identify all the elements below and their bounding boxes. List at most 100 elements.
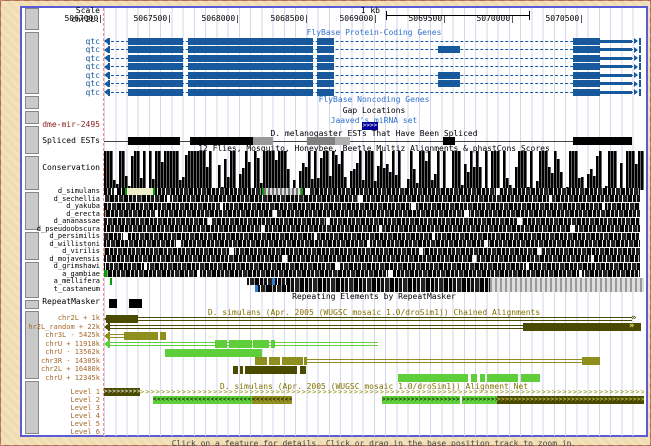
gene-exon[interactable]: [128, 55, 183, 62]
gene-exon[interactable]: [317, 46, 334, 53]
chain-item[interactable]: [480, 374, 485, 382]
chain-item[interactable]: [582, 357, 600, 365]
gene-exon[interactable]: [317, 80, 334, 87]
species-alignment-row-d_willistoni[interactable]: [104, 240, 640, 247]
gene-exon[interactable]: [188, 55, 313, 62]
gene-exon[interactable]: [317, 72, 334, 79]
gene-exon[interactable]: [128, 80, 183, 87]
gene-utr[interactable]: [600, 91, 632, 94]
gene-exon[interactable]: [128, 89, 183, 96]
track-control-button-4[interactable]: [25, 126, 39, 154]
net-item[interactable]: >>>>>>>>>>>>>>>>>>>>>>>>>>>>>>>>>>>>>: [497, 396, 644, 404]
species-alignment-row-light[interactable]: [490, 278, 644, 285]
species-alignment-row-d_persimilis[interactable]: [104, 233, 640, 240]
gene-exon[interactable]: [573, 80, 600, 87]
species-alignment-row-t_castaneum[interactable]: [258, 285, 490, 292]
species-alignment-row-d_virilis[interactable]: [104, 248, 640, 255]
species-alignment-row-d_sechellia[interactable]: [104, 195, 640, 202]
gene-utr[interactable]: [600, 40, 632, 43]
species-highlight-striped[interactable]: [262, 188, 303, 195]
repeat-item[interactable]: [109, 299, 117, 308]
chain-item[interactable]: [269, 357, 280, 365]
gene-exon[interactable]: [128, 63, 183, 70]
gene-exon[interactable]: [317, 89, 334, 96]
gene-exon[interactable]: [438, 72, 460, 79]
repeat-item[interactable]: [129, 299, 142, 308]
chain-item[interactable]: [253, 340, 269, 348]
species-alignment-row-d_erecta[interactable]: [104, 210, 640, 217]
chain-item[interactable]: [282, 357, 303, 365]
gene-exon[interactable]: [573, 55, 600, 62]
gene-exon[interactable]: [188, 72, 313, 79]
gene-exon[interactable]: [438, 80, 460, 87]
gene-utr[interactable]: [600, 48, 632, 51]
net-item[interactable]: >>>>>>>>>: [462, 396, 497, 404]
chain-item[interactable]: [124, 332, 158, 340]
net-item[interactable]: >>>>>>>>>: [104, 388, 140, 396]
species-alignment-row-d_simulans[interactable]: [104, 188, 640, 195]
track-control-button-0[interactable]: [25, 8, 39, 30]
conservation-histogram[interactable]: [104, 151, 644, 190]
est-item[interactable]: [335, 137, 350, 145]
gene-exon[interactable]: [188, 46, 313, 53]
chain-item[interactable]: [165, 349, 262, 357]
gene-exon[interactable]: [128, 38, 183, 45]
est-item[interactable]: [573, 137, 632, 145]
gene-exon[interactable]: [317, 38, 334, 45]
gene-exon[interactable]: [128, 46, 183, 53]
gene-exon[interactable]: [188, 38, 313, 45]
species-alignment-row-d_ananassae[interactable]: [104, 218, 640, 225]
species-alignment-row-light[interactable]: [490, 285, 644, 292]
species-highlight-cream[interactable]: [125, 188, 155, 195]
gene-exon[interactable]: [188, 63, 313, 70]
net-item[interactable]: <<<<<<<<<<<<<<<<<<<<<<<<<: [153, 396, 252, 404]
gene-utr[interactable]: [600, 74, 632, 77]
gene-exon[interactable]: [128, 72, 183, 79]
net-item[interactable]: <<<<<<<<<<: [252, 396, 292, 404]
track-control-button-5[interactable]: [25, 156, 39, 190]
species-alignment-row-d_pseudoobscura[interactable]: [104, 225, 640, 232]
est-item[interactable]: [443, 137, 455, 145]
est-item[interactable]: [253, 137, 273, 145]
gene-exon[interactable]: [317, 55, 334, 62]
gene-exon[interactable]: [188, 80, 313, 87]
net-item[interactable]: >>>>>>>>>>>>>>>>>>>>: [382, 396, 460, 404]
chain-item[interactable]: [160, 332, 166, 340]
species-alignment-row-d_mojavensis[interactable]: [104, 255, 640, 262]
mirna-item[interactable]: >>>>: [362, 122, 378, 130]
chain-item[interactable]: [398, 374, 468, 382]
gene-exon[interactable]: [573, 63, 600, 70]
chain-item[interactable]: [215, 340, 227, 348]
gene-exon[interactable]: [188, 89, 313, 96]
chain-item[interactable]: [106, 315, 138, 323]
chain-item[interactable]: [521, 374, 540, 382]
species-alignment-row-a_gambiae[interactable]: [104, 270, 640, 277]
gene-exon[interactable]: [438, 46, 460, 53]
chain-item[interactable]: [233, 366, 238, 374]
chain-item[interactable]: [471, 374, 477, 382]
est-item[interactable]: [307, 137, 335, 145]
chain-item[interactable]: [487, 374, 518, 382]
chain-item[interactable]: [300, 366, 306, 374]
gene-exon[interactable]: [573, 72, 600, 79]
est-item[interactable]: [190, 137, 253, 145]
gene-utr[interactable]: [600, 65, 632, 68]
chain-item[interactable]: [255, 357, 267, 365]
chain-item[interactable]: [245, 366, 297, 374]
gene-utr[interactable]: [600, 57, 632, 60]
gene-exon[interactable]: [573, 46, 600, 53]
track-control-button-3[interactable]: [25, 111, 39, 124]
est-item[interactable]: [128, 137, 180, 145]
track-control-button-9[interactable]: [25, 300, 39, 309]
chain-item[interactable]: [240, 366, 243, 374]
gene-utr[interactable]: [600, 82, 632, 85]
gene-exon[interactable]: [317, 63, 334, 70]
chain-item[interactable]: [229, 340, 252, 348]
species-alignment-row-d_grimshawi[interactable]: [104, 263, 640, 270]
species-alignment-row-a_mellifera[interactable]: [247, 278, 490, 285]
chain-item[interactable]: [523, 323, 641, 331]
species-alignment-row-d_yakuba[interactable]: [104, 203, 640, 210]
gene-exon[interactable]: [573, 89, 600, 96]
track-control-button-2[interactable]: [25, 96, 39, 109]
gene-exon[interactable]: [573, 38, 600, 45]
